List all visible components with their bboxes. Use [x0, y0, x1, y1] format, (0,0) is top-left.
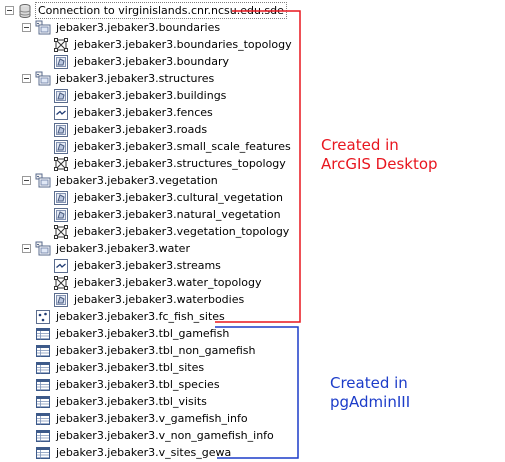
feature-dataset-icon [35, 20, 51, 36]
tree-item-label: jebaker3.jebaker3.buildings [74, 89, 227, 102]
topology-icon [53, 156, 69, 172]
table-icon [35, 445, 51, 461]
pgadmin-annotation-line2: pgAdminIII [330, 393, 411, 411]
polygon-feature-class-icon [53, 88, 69, 104]
tree-item-table[interactable]: jebaker3.jebaker3.tbl_species [35, 376, 222, 393]
tree-item-label: jebaker3.jebaker3.tbl_species [56, 378, 220, 391]
table-icon [35, 411, 51, 427]
table-icon [35, 428, 51, 444]
arcgis-annotation-line2: ArcGIS Desktop [321, 155, 438, 173]
topology-icon [53, 224, 69, 240]
tree-item-feature-class[interactable]: jebaker3.jebaker3.fences [53, 104, 215, 121]
tree-item-label: jebaker3.jebaker3.vegetation [56, 174, 218, 187]
tree-item-label: jebaker3.jebaker3.fc_fish_sites [56, 310, 225, 323]
tree-item-table[interactable]: jebaker3.jebaker3.v_sites_gewa [35, 444, 233, 461]
arcgis-annotation: Created in ArcGIS Desktop [321, 136, 438, 174]
table-icon [35, 377, 51, 393]
tree-item-label: jebaker3.jebaker3.v_gamefish_info [56, 412, 248, 425]
tree-item-feature-class[interactable]: jebaker3.jebaker3.structures_topology [53, 155, 288, 172]
tree-item-label: jebaker3.jebaker3.natural_vegetation [74, 208, 281, 221]
arcgis-annotation-line1: Created in [321, 136, 399, 154]
line-feature-class-icon [53, 258, 69, 274]
tree-item-label: jebaker3.jebaker3.boundary [74, 55, 230, 68]
feature-dataset-icon [35, 173, 51, 189]
feature-dataset-icon [35, 241, 51, 257]
tree-item-label: jebaker3.jebaker3.water_topology [74, 276, 262, 289]
tree-item-feature-class[interactable]: jebaker3.jebaker3.streams [53, 257, 223, 274]
database-connection-icon [17, 3, 33, 19]
pgadmin-annotation-line1: Created in [330, 374, 408, 392]
tree-item-table[interactable]: jebaker3.jebaker3.tbl_sites [35, 359, 206, 376]
table-icon [35, 343, 51, 359]
tree-item-feature-class[interactable]: jebaker3.jebaker3.cultural_vegetation [53, 189, 285, 206]
tree-item-label: jebaker3.jebaker3.waterbodies [74, 293, 245, 306]
topology-icon [53, 37, 69, 53]
collapse-toggle[interactable] [5, 6, 14, 15]
tree-item-label: jebaker3.jebaker3.vegetation_topology [74, 225, 290, 238]
tree-item-label: jebaker3.jebaker3.v_sites_gewa [56, 446, 232, 459]
feature-dataset-icon [35, 71, 51, 87]
tree-item-table[interactable]: jebaker3.jebaker3.tbl_non_gamefish [35, 342, 257, 359]
tree-item-label: jebaker3.jebaker3.tbl_non_gamefish [56, 344, 256, 357]
point-feature-class-icon [35, 309, 51, 325]
tree-item-label: jebaker3.jebaker3.structures_topology [74, 157, 286, 170]
tree-item-connection[interactable]: Connection to virginislands.cnr.ncsu.edu… [17, 2, 287, 19]
tree-item-table[interactable]: jebaker3.jebaker3.fc_fish_sites [35, 308, 227, 325]
collapse-toggle[interactable] [22, 23, 31, 32]
polygon-feature-class-icon [53, 190, 69, 206]
tree-item-label: jebaker3.jebaker3.tbl_visits [56, 395, 207, 408]
tree-item-feature-class[interactable]: jebaker3.jebaker3.boundary [53, 53, 231, 70]
table-icon [35, 360, 51, 376]
tree-item-table[interactable]: jebaker3.jebaker3.v_gamefish_info [35, 410, 250, 427]
tree-item-label: jebaker3.jebaker3.cultural_vegetation [74, 191, 283, 204]
tree-item-label: jebaker3.jebaker3.water [56, 242, 190, 255]
tree-item-label: jebaker3.jebaker3.boundaries_topology [74, 38, 292, 51]
table-icon [35, 326, 51, 342]
tree-item-table[interactable]: jebaker3.jebaker3.tbl_gamefish [35, 325, 231, 342]
polygon-feature-class-icon [53, 54, 69, 70]
pgadmin-annotation: Created in pgAdminIII [330, 374, 410, 412]
tree-item-label: jebaker3.jebaker3.roads [74, 123, 208, 136]
tree-item-feature-class[interactable]: jebaker3.jebaker3.small_scale_features [53, 138, 293, 155]
polygon-feature-class-icon [53, 292, 69, 308]
catalog-tree: Connection to virginislands.cnr.ncsu.edu… [0, 0, 505, 462]
tree-item-feature-class[interactable]: jebaker3.jebaker3.roads [53, 121, 209, 138]
table-icon [35, 394, 51, 410]
collapse-toggle[interactable] [22, 244, 31, 253]
tree-item-label: jebaker3.jebaker3.fences [74, 106, 213, 119]
line-feature-class-icon [53, 105, 69, 121]
tree-item-label: jebaker3.jebaker3.tbl_sites [56, 361, 205, 374]
tree-item-label: jebaker3.jebaker3.v_non_gamefish_info [56, 429, 274, 442]
polygon-feature-class-icon [53, 139, 69, 155]
collapse-toggle[interactable] [22, 176, 31, 185]
polygon-feature-class-icon [53, 122, 69, 138]
tree-item-dataset[interactable]: jebaker3.jebaker3.structures [35, 70, 216, 87]
tree-item-label: jebaker3.jebaker3.boundaries [56, 21, 221, 34]
tree-item-dataset[interactable]: jebaker3.jebaker3.boundaries [35, 19, 222, 36]
tree-item-feature-class[interactable]: jebaker3.jebaker3.natural_vegetation [53, 206, 283, 223]
tree-item-feature-class[interactable]: jebaker3.jebaker3.waterbodies [53, 291, 246, 308]
polygon-feature-class-icon [53, 207, 69, 223]
tree-item-label: jebaker3.jebaker3.structures [56, 72, 215, 85]
tree-item-feature-class[interactable]: jebaker3.jebaker3.vegetation_topology [53, 223, 291, 240]
tree-item-table[interactable]: jebaker3.jebaker3.v_non_gamefish_info [35, 427, 276, 444]
collapse-toggle[interactable] [22, 74, 31, 83]
tree-item-table[interactable]: jebaker3.jebaker3.tbl_visits [35, 393, 209, 410]
topology-icon [53, 275, 69, 291]
tree-item-dataset[interactable]: jebaker3.jebaker3.vegetation [35, 172, 220, 189]
tree-item-label: jebaker3.jebaker3.streams [74, 259, 221, 272]
tree-item-feature-class[interactable]: jebaker3.jebaker3.water_topology [53, 274, 264, 291]
tree-item-label: jebaker3.jebaker3.small_scale_features [74, 140, 291, 153]
tree-item-feature-class[interactable]: jebaker3.jebaker3.boundaries_topology [53, 36, 294, 53]
tree-item-label: Connection to virginislands.cnr.ncsu.edu… [35, 2, 287, 19]
tree-item-label: jebaker3.jebaker3.tbl_gamefish [56, 327, 230, 340]
tree-item-feature-class[interactable]: jebaker3.jebaker3.buildings [53, 87, 228, 104]
tree-item-dataset[interactable]: jebaker3.jebaker3.water [35, 240, 192, 257]
